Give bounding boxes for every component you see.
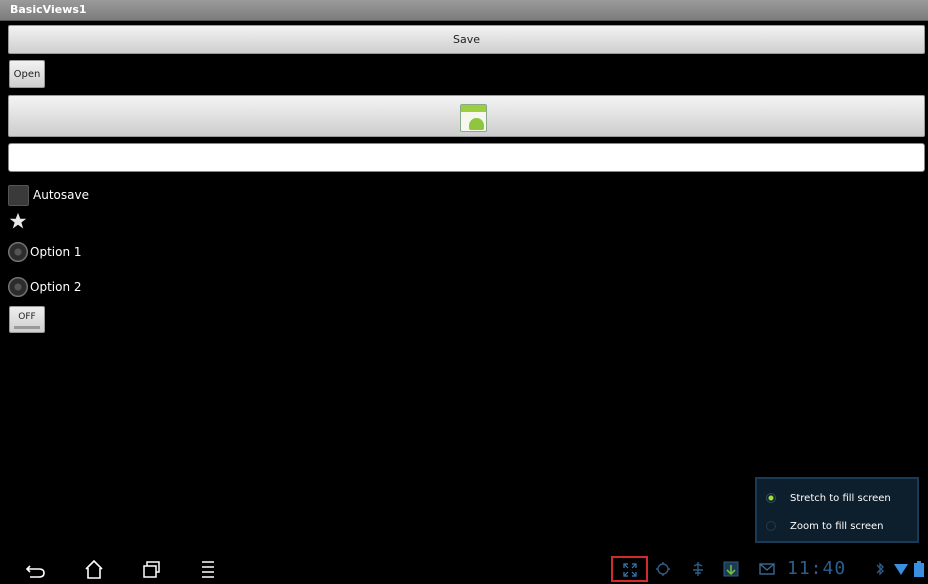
android-app-icon <box>460 104 487 132</box>
system-bar: 11:40 <box>0 554 928 584</box>
back-icon[interactable] <box>24 558 48 580</box>
stretch-radio[interactable] <box>766 493 776 503</box>
option1-radio-row[interactable]: Option 1 <box>8 241 82 263</box>
text-input[interactable] <box>8 143 925 172</box>
title-bar: BasicViews1 <box>0 0 928 21</box>
usb-debug-icon <box>693 562 703 576</box>
open-button[interactable]: Open <box>9 60 45 88</box>
screen-compat-button[interactable] <box>611 556 648 582</box>
stretch-label: Stretch to fill screen <box>790 492 891 504</box>
open-button-label: Open <box>13 68 41 80</box>
star-icon[interactable] <box>9 212 27 230</box>
image-button[interactable] <box>8 95 925 137</box>
stretch-option[interactable]: Stretch to fill screen <box>766 489 891 507</box>
toggle-button[interactable]: OFF <box>9 306 45 333</box>
clock[interactable]: 11:40 <box>787 558 846 579</box>
autosave-checkbox[interactable] <box>8 184 29 206</box>
option2-radio-row[interactable]: Option 2 <box>8 276 82 298</box>
gps-icon <box>656 562 670 576</box>
download-icon <box>723 561 739 577</box>
wifi-icon <box>894 564 908 575</box>
screen-compat-icon <box>623 563 637 577</box>
bluetooth-icon <box>876 562 884 576</box>
recent-apps-icon[interactable] <box>140 558 164 580</box>
window-title: BasicViews1 <box>10 3 87 16</box>
save-button-label: Save <box>452 33 480 46</box>
gmail-icon <box>759 563 775 575</box>
zoom-option[interactable]: Zoom to fill screen <box>766 517 884 535</box>
toggle-label: OFF <box>18 312 36 322</box>
option2-label: Option 2 <box>30 280 82 294</box>
battery-icon <box>914 561 924 577</box>
option1-label: Option 1 <box>30 245 82 259</box>
option1-radio[interactable] <box>8 242 28 262</box>
home-icon[interactable] <box>82 558 106 580</box>
menu-icon[interactable] <box>197 558 221 580</box>
autosave-checkbox-row[interactable]: Autosave <box>8 184 89 206</box>
option2-radio[interactable] <box>8 277 28 297</box>
autosave-label: Autosave <box>33 188 89 202</box>
screen-compat-popup: Stretch to fill screen Zoom to fill scre… <box>755 477 919 543</box>
zoom-label: Zoom to fill screen <box>790 520 884 532</box>
zoom-radio[interactable] <box>766 521 776 531</box>
save-button[interactable]: Save <box>8 25 925 54</box>
